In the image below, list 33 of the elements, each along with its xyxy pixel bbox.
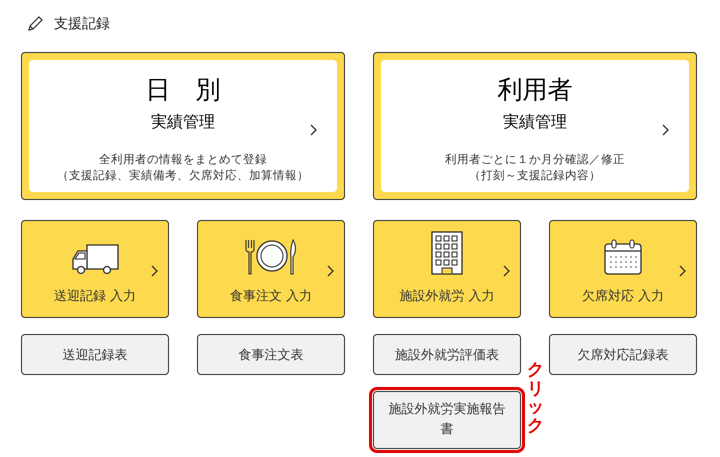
report-button[interactable]: 欠席対応記録表	[549, 334, 697, 375]
card-subtitle: 実績管理	[151, 112, 215, 133]
card-description: 全利用者の情報をまとめて登録 （支援記録、実績備考、欠席対応、加算情報）	[57, 151, 309, 183]
input-card[interactable]: 施設外就労 入力	[373, 220, 521, 318]
report-button[interactable]: 食事注文表	[197, 334, 345, 375]
pencil-icon	[26, 15, 44, 33]
calendar-icon	[604, 239, 642, 275]
plate-cutlery-icon	[243, 239, 299, 275]
report-button[interactable]: 施設外就労評価表	[373, 334, 521, 375]
input-card[interactable]: 食事注文 入力	[197, 220, 345, 318]
truck-icon	[71, 243, 119, 275]
input-card[interactable]: 送迎記録 入力	[21, 220, 169, 318]
summary-card[interactable]: 利用者 実績管理 利用者ごとに１か月分確認／修正 （打刻～支援記録内容）	[373, 52, 697, 200]
chevron-icon	[327, 265, 334, 277]
section-title: 支援記録	[54, 15, 110, 33]
click-annotation: クリック	[527, 361, 544, 436]
chevron-icon	[310, 124, 317, 136]
summary-card[interactable]: 日 別 実績管理 全利用者の情報をまとめて登録 （支援記録、実績備考、欠席対応、加算情報）	[21, 52, 345, 200]
input-card[interactable]: 欠席対応 入力	[549, 220, 697, 318]
card-title: 利用者	[498, 74, 572, 106]
chevron-icon	[503, 265, 510, 277]
chevron-icon	[151, 265, 158, 277]
chevron-icon	[662, 124, 669, 136]
chevron-icon	[679, 265, 686, 277]
card-label: 送迎記録 入力	[54, 288, 136, 305]
card-subtitle: 実績管理	[503, 112, 567, 133]
card-label: 施設外就労 入力	[399, 288, 495, 305]
card-description: 利用者ごとに１か月分確認／修正 （打刻～支援記録内容）	[445, 151, 625, 183]
card-label: 食事注文 入力	[230, 288, 312, 305]
card-title: 日 別	[146, 74, 220, 106]
building-icon	[431, 231, 463, 275]
card-label: 欠席対応 入力	[582, 288, 664, 305]
report-button[interactable]: 送迎記録表	[21, 334, 169, 375]
